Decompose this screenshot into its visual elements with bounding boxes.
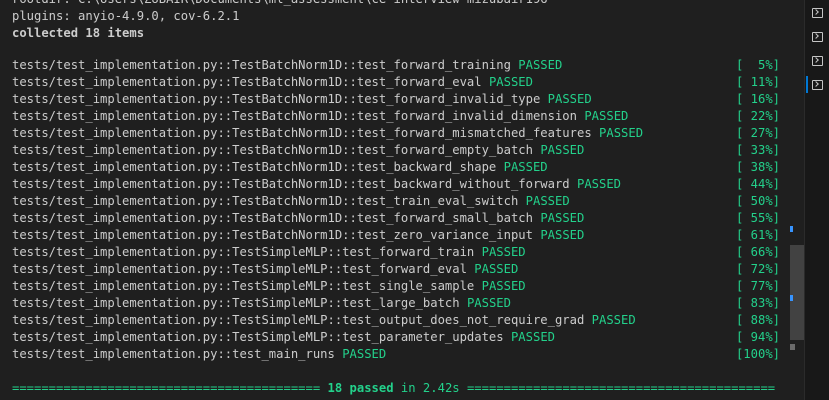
terminal-tab-active[interactable]	[806, 76, 826, 93]
test-name: tests/test_implementation.py::TestBatchN…	[12, 194, 519, 208]
test-status: PASSED	[342, 347, 387, 361]
test-name: tests/test_implementation.py::TestBatchN…	[12, 160, 497, 174]
test-result-row: tests/test_implementation.py::TestBatchN…	[12, 125, 643, 142]
test-status: PASSED	[599, 126, 644, 140]
test-progress: [ 11%]	[735, 75, 780, 89]
terminal-tab[interactable]	[808, 4, 826, 21]
terminal-header-line: rootdir: C:\Users\ZUBAIR\Documents\ml_as…	[12, 0, 548, 8]
duration: in 2.42s	[400, 381, 460, 395]
summary-rule-right: ========================================…	[466, 381, 776, 395]
test-result-row: tests/test_implementation.py::TestBatchN…	[12, 108, 628, 125]
test-progress: [ 27%]	[735, 126, 780, 140]
test-name: tests/test_implementation.py::test_main_…	[12, 347, 335, 361]
test-status: PASSED	[488, 75, 533, 89]
test-progress: [ 55%]	[735, 211, 780, 225]
test-name: tests/test_implementation.py::TestBatchN…	[12, 126, 592, 140]
test-name: tests/test_implementation.py::TestSimple…	[12, 330, 504, 344]
test-result-row: tests/test_implementation.py::TestBatchN…	[12, 176, 621, 193]
scroll-marker	[790, 226, 793, 232]
test-result-row: tests/test_implementation.py::TestBatchN…	[12, 193, 570, 210]
summary-rule-left: ========================================…	[12, 381, 321, 395]
test-name: tests/test_implementation.py::TestSimple…	[12, 313, 585, 327]
test-result-row: tests/test_implementation.py::TestSimple…	[12, 261, 518, 278]
plugins-line: plugins: anyio-4.9.0, cov-6.2.1	[12, 9, 240, 23]
test-status: PASSED	[474, 262, 519, 276]
test-progress: [ 50%]	[735, 194, 780, 208]
test-status: PASSED	[577, 177, 622, 191]
test-progress: [ 61%]	[735, 228, 780, 242]
test-result-row: tests/test_implementation.py::TestSimple…	[12, 295, 511, 312]
test-result-row: tests/test_implementation.py::TestSimple…	[12, 278, 526, 295]
scroll-marker	[790, 295, 793, 301]
test-progress: [ 77%]	[735, 279, 780, 293]
test-result-row: tests/test_implementation.py::TestSimple…	[12, 329, 555, 346]
test-status: PASSED	[584, 109, 629, 123]
test-progress: [ 5%]	[735, 58, 780, 72]
test-name: tests/test_implementation.py::TestBatchN…	[12, 177, 570, 191]
test-name: tests/test_implementation.py::TestSimple…	[12, 296, 460, 310]
test-progress: [ 33%]	[735, 143, 780, 157]
test-result-row: tests/test_implementation.py::TestBatchN…	[12, 91, 592, 108]
scroll-thumb[interactable]	[790, 245, 804, 340]
test-status: PASSED	[525, 194, 570, 208]
test-result-row: tests/test_implementation.py::TestBatchN…	[12, 227, 584, 244]
summary-line: ========================================…	[12, 380, 780, 397]
test-status: PASSED	[591, 313, 636, 327]
test-progress: [ 66%]	[735, 245, 780, 259]
test-name: tests/test_implementation.py::TestBatchN…	[12, 228, 533, 242]
test-status: PASSED	[481, 245, 526, 259]
collected-line: collected 18 items	[12, 26, 145, 40]
test-result-row: tests/test_implementation.py::test_main_…	[12, 346, 386, 363]
terminal-tab[interactable]	[808, 28, 826, 45]
test-name: tests/test_implementation.py::TestBatchN…	[12, 58, 511, 72]
terminal-output[interactable]: rootdir: C:\Users\ZUBAIR\Documents\ml_as…	[0, 0, 790, 400]
test-name: tests/test_implementation.py::TestBatchN…	[12, 211, 533, 225]
vertical-scrollbar[interactable]	[790, 0, 804, 400]
test-result-row: tests/test_implementation.py::TestSimple…	[12, 312, 636, 329]
test-name: tests/test_implementation.py::TestBatchN…	[12, 75, 482, 89]
test-name: tests/test_implementation.py::TestSimple…	[12, 279, 475, 293]
test-result-row: tests/test_implementation.py::TestBatchN…	[12, 159, 548, 176]
test-status: PASSED	[481, 279, 526, 293]
test-progress: [ 83%]	[735, 296, 780, 310]
test-result-row: tests/test_implementation.py::TestBatchN…	[12, 142, 584, 159]
test-progress: [100%]	[735, 347, 780, 361]
test-result-row: tests/test_implementation.py::TestSimple…	[12, 244, 526, 261]
test-progress: [ 94%]	[735, 330, 780, 344]
test-progress: [ 38%]	[735, 160, 780, 174]
test-progress: [ 72%]	[735, 262, 780, 276]
terminal-tab[interactable]	[808, 52, 826, 69]
test-name: tests/test_implementation.py::TestSimple…	[12, 262, 467, 276]
terminal-icon	[811, 31, 823, 42]
test-result-row: tests/test_implementation.py::TestBatchN…	[12, 74, 533, 91]
test-result-row: tests/test_implementation.py::TestBatchN…	[12, 210, 584, 227]
test-progress: [ 16%]	[735, 92, 780, 106]
test-progress: [ 22%]	[735, 109, 780, 123]
test-status: PASSED	[466, 296, 511, 310]
passed-count: 18 passed	[327, 381, 394, 395]
test-status: PASSED	[510, 330, 555, 344]
terminal-icon	[811, 7, 823, 18]
terminal-tabs-panel	[804, 0, 829, 400]
test-status: PASSED	[503, 160, 548, 174]
test-status: PASSED	[540, 211, 585, 225]
terminal-icon	[811, 55, 823, 66]
test-name: tests/test_implementation.py::TestBatchN…	[12, 143, 533, 157]
test-status: PASSED	[547, 92, 592, 106]
test-name: tests/test_implementation.py::TestBatchN…	[12, 92, 541, 106]
test-name: tests/test_implementation.py::TestSimple…	[12, 245, 475, 259]
test-status: PASSED	[540, 143, 585, 157]
test-status: PASSED	[540, 228, 585, 242]
test-progress: [ 88%]	[735, 313, 780, 327]
test-result-row: tests/test_implementation.py::TestBatchN…	[12, 57, 562, 74]
test-name: tests/test_implementation.py::TestBatchN…	[12, 109, 577, 123]
scroll-marker	[790, 344, 795, 350]
test-status: PASSED	[518, 58, 563, 72]
terminal-icon	[811, 79, 823, 90]
test-progress: [ 44%]	[735, 177, 780, 191]
